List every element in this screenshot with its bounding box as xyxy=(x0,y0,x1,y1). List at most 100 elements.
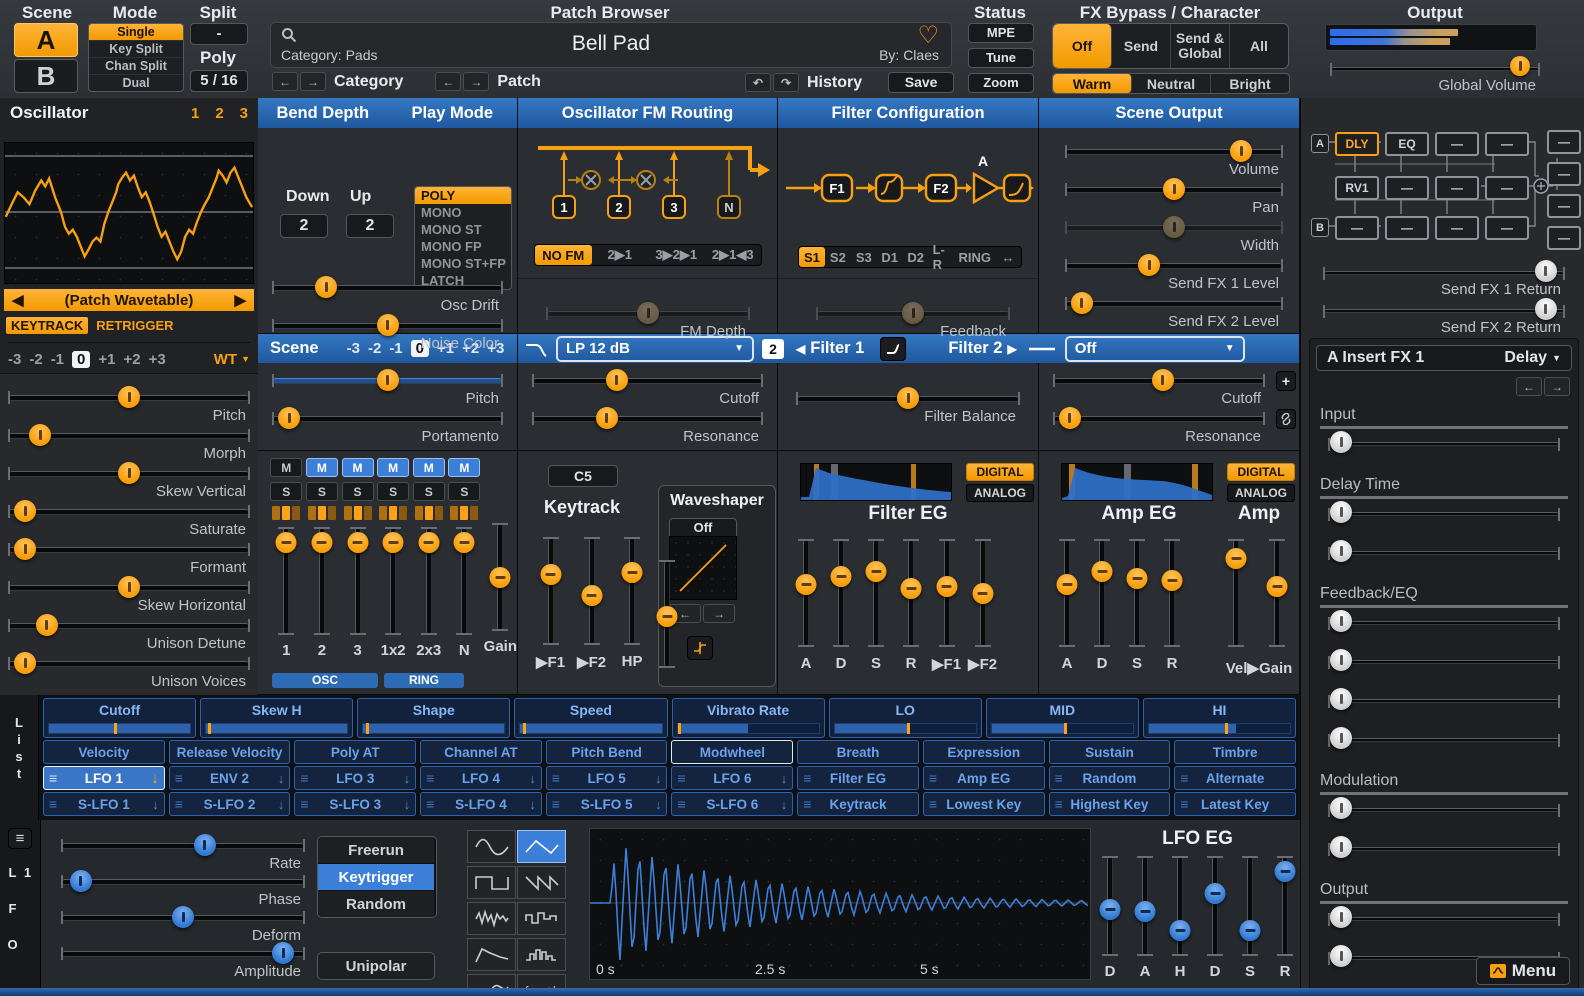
mod-source-cell[interactable]: ≡ Keytrack xyxy=(797,792,919,816)
lfo-menu-icon[interactable]: ≡ xyxy=(8,828,32,849)
fx-return-slider[interactable]: Send FX 1 Return xyxy=(1315,260,1573,298)
fx-bypass-option[interactable]: Off xyxy=(1053,24,1112,68)
filter2-resonance-slider[interactable]: Resonance xyxy=(1045,407,1273,445)
octave-button[interactable]: +2 xyxy=(123,351,140,368)
scene-slider[interactable]: Noise Color xyxy=(264,314,511,352)
fx-slot-send[interactable]: — xyxy=(1435,176,1479,200)
drag-handle-icon[interactable]: ≡ xyxy=(175,770,183,786)
waveshaper-drive-slider[interactable] xyxy=(653,558,681,670)
drag-handle-icon[interactable]: ≡ xyxy=(1055,796,1063,812)
filter-config-option[interactable]: S3 xyxy=(851,247,877,267)
mod-source-cell[interactable]: ≡ S-LFO 2 ↓ xyxy=(169,792,291,816)
drag-handle-icon[interactable]: ≡ xyxy=(1180,770,1188,786)
mute-button[interactable]: M xyxy=(377,458,409,477)
amp-eg-slider[interactable] xyxy=(1158,537,1186,649)
octave-button[interactable]: -2 xyxy=(29,351,42,368)
waveshaper-next-button[interactable]: → xyxy=(703,604,735,623)
shape-noise-icon[interactable] xyxy=(467,902,516,935)
status-button[interactable]: Zoom xyxy=(968,73,1034,93)
mixer-fader[interactable] xyxy=(272,525,300,637)
fx-slot-header[interactable]: A Insert FX 1 Delay▼ xyxy=(1316,345,1572,371)
filter-eg-slider[interactable] xyxy=(897,537,925,649)
fx-slot-a[interactable]: — xyxy=(1435,132,1479,156)
drag-handle-icon[interactable]: ≡ xyxy=(929,796,937,812)
mod-target-cell[interactable]: Skew H xyxy=(200,698,353,738)
drag-handle-icon[interactable]: ≡ xyxy=(49,796,57,812)
patch-next-button[interactable]: → xyxy=(463,72,489,91)
octave-button[interactable]: -3 xyxy=(8,351,21,368)
drag-handle-icon[interactable]: ≡ xyxy=(677,796,685,812)
fx-slot-send[interactable]: — xyxy=(1385,176,1429,200)
fx-param-slider[interactable] xyxy=(1320,610,1568,647)
mod-source-cell[interactable]: ≡ LFO 5 ↓ xyxy=(546,766,668,790)
fx-slot-a[interactable]: — xyxy=(1485,132,1529,156)
mod-source-cell[interactable]: ≡ Highest Key xyxy=(1049,792,1171,816)
fx-next-button[interactable]: → xyxy=(1544,377,1570,396)
category-prev-button[interactable]: ← xyxy=(272,72,298,91)
solo-button[interactable]: S xyxy=(448,482,480,501)
fx-slot-b[interactable]: — xyxy=(1385,216,1429,240)
fx-bypass-option[interactable]: Send & Global xyxy=(1171,24,1230,68)
filter-config-option[interactable]: ↔ xyxy=(995,247,1021,267)
mod-source-cell[interactable]: Release Velocity xyxy=(169,740,291,764)
oscillator-tab[interactable]: 2 xyxy=(215,105,223,122)
octave-button[interactable]: -1 xyxy=(51,351,64,368)
wavetable-prev-icon[interactable]: ◀ xyxy=(4,291,32,309)
filter-eg-slider[interactable] xyxy=(862,537,890,649)
fx-slot-send[interactable]: — xyxy=(1485,176,1529,200)
amp-eg-slider[interactable] xyxy=(1088,537,1116,649)
mod-source-cell[interactable]: ≡ Lowest Key xyxy=(923,792,1045,816)
portamento-slider[interactable]: Portamento xyxy=(264,407,511,445)
mode-option[interactable]: Key Split xyxy=(89,41,183,58)
redo-button[interactable]: ↷ xyxy=(773,73,799,92)
mod-target-cell[interactable]: LO xyxy=(829,698,982,738)
fx-return-slider[interactable]: Send FX 2 Return xyxy=(1315,298,1573,336)
arrow-down-icon[interactable]: ↓ xyxy=(278,797,285,812)
mod-source-cell[interactable]: ≡ S-LFO 5 ↓ xyxy=(546,792,668,816)
fx-slot-send[interactable]: RV1 xyxy=(1335,176,1379,200)
lfo-waveform-display[interactable]: 0 s 2.5 s 5 s xyxy=(589,828,1091,980)
mixer-fader[interactable] xyxy=(379,525,407,637)
split-value[interactable]: - xyxy=(190,23,248,45)
scene-output-slider[interactable]: Width xyxy=(1057,216,1291,254)
eg-mode-button[interactable]: DIGITAL xyxy=(966,463,1034,481)
fx-param-slider[interactable] xyxy=(1320,797,1568,834)
filter2-type-dropdown[interactable]: Off▼ xyxy=(1065,336,1245,362)
filter-config-option[interactable]: S1 xyxy=(799,247,825,267)
shape-saw-icon[interactable] xyxy=(517,866,566,899)
search-icon[interactable] xyxy=(281,27,297,48)
drag-handle-icon[interactable]: ≡ xyxy=(49,770,57,786)
lfo-eg-slider[interactable] xyxy=(1166,854,1194,958)
play-mode-option[interactable]: MONO ST+FP xyxy=(415,255,511,272)
amp-gain-slider[interactable] xyxy=(1263,537,1291,649)
arrow-down-icon[interactable]: ↓ xyxy=(529,797,536,812)
arrow-down-icon[interactable]: ↓ xyxy=(655,771,662,786)
fm-depth-slider[interactable]: FM Depth xyxy=(538,302,758,340)
wavetable-selector[interactable]: ◀ (Patch Wavetable) ▶ xyxy=(4,289,254,311)
mod-source-cell[interactable]: ≡ Random xyxy=(1049,766,1171,790)
category-next-button[interactable]: → xyxy=(300,72,326,91)
character-option[interactable]: Warm xyxy=(1053,74,1132,93)
oscillator-tab[interactable]: 1 xyxy=(191,105,199,122)
mod-source-cell[interactable]: ≡ LFO 4 ↓ xyxy=(420,766,542,790)
fx-slot-a[interactable]: EQ xyxy=(1385,132,1429,156)
filter1-nav[interactable]: ◀ Filter 1 xyxy=(796,339,864,358)
drag-handle-icon[interactable]: ≡ xyxy=(552,796,560,812)
mode-option[interactable]: Single xyxy=(89,24,183,41)
scene-select-button[interactable]: B xyxy=(14,59,78,93)
fx-slot-global[interactable]: — xyxy=(1547,194,1581,218)
arrow-down-icon[interactable]: ↓ xyxy=(781,797,788,812)
drag-handle-icon[interactable]: ≡ xyxy=(426,796,434,812)
fm-route-option[interactable]: 3▶2▶1 xyxy=(648,245,705,265)
retrigger-toggle[interactable]: RETRIGGER xyxy=(96,318,173,333)
mod-target-cell[interactable]: Speed xyxy=(514,698,667,738)
fx-prev-button[interactable]: ← xyxy=(1516,377,1542,396)
play-mode-option[interactable]: MONO ST xyxy=(415,221,511,238)
fm-route-option[interactable]: NO FM xyxy=(535,245,592,265)
mod-source-cell[interactable]: Poly AT xyxy=(294,740,416,764)
filter2-add-button[interactable]: + xyxy=(1276,371,1296,391)
fx-slot-global[interactable]: — xyxy=(1547,226,1581,250)
fx-type-dropdown[interactable]: Delay▼ xyxy=(1504,349,1561,367)
drag-handle-icon[interactable]: ≡ xyxy=(1180,796,1188,812)
filter-eg-slider[interactable] xyxy=(933,537,961,649)
